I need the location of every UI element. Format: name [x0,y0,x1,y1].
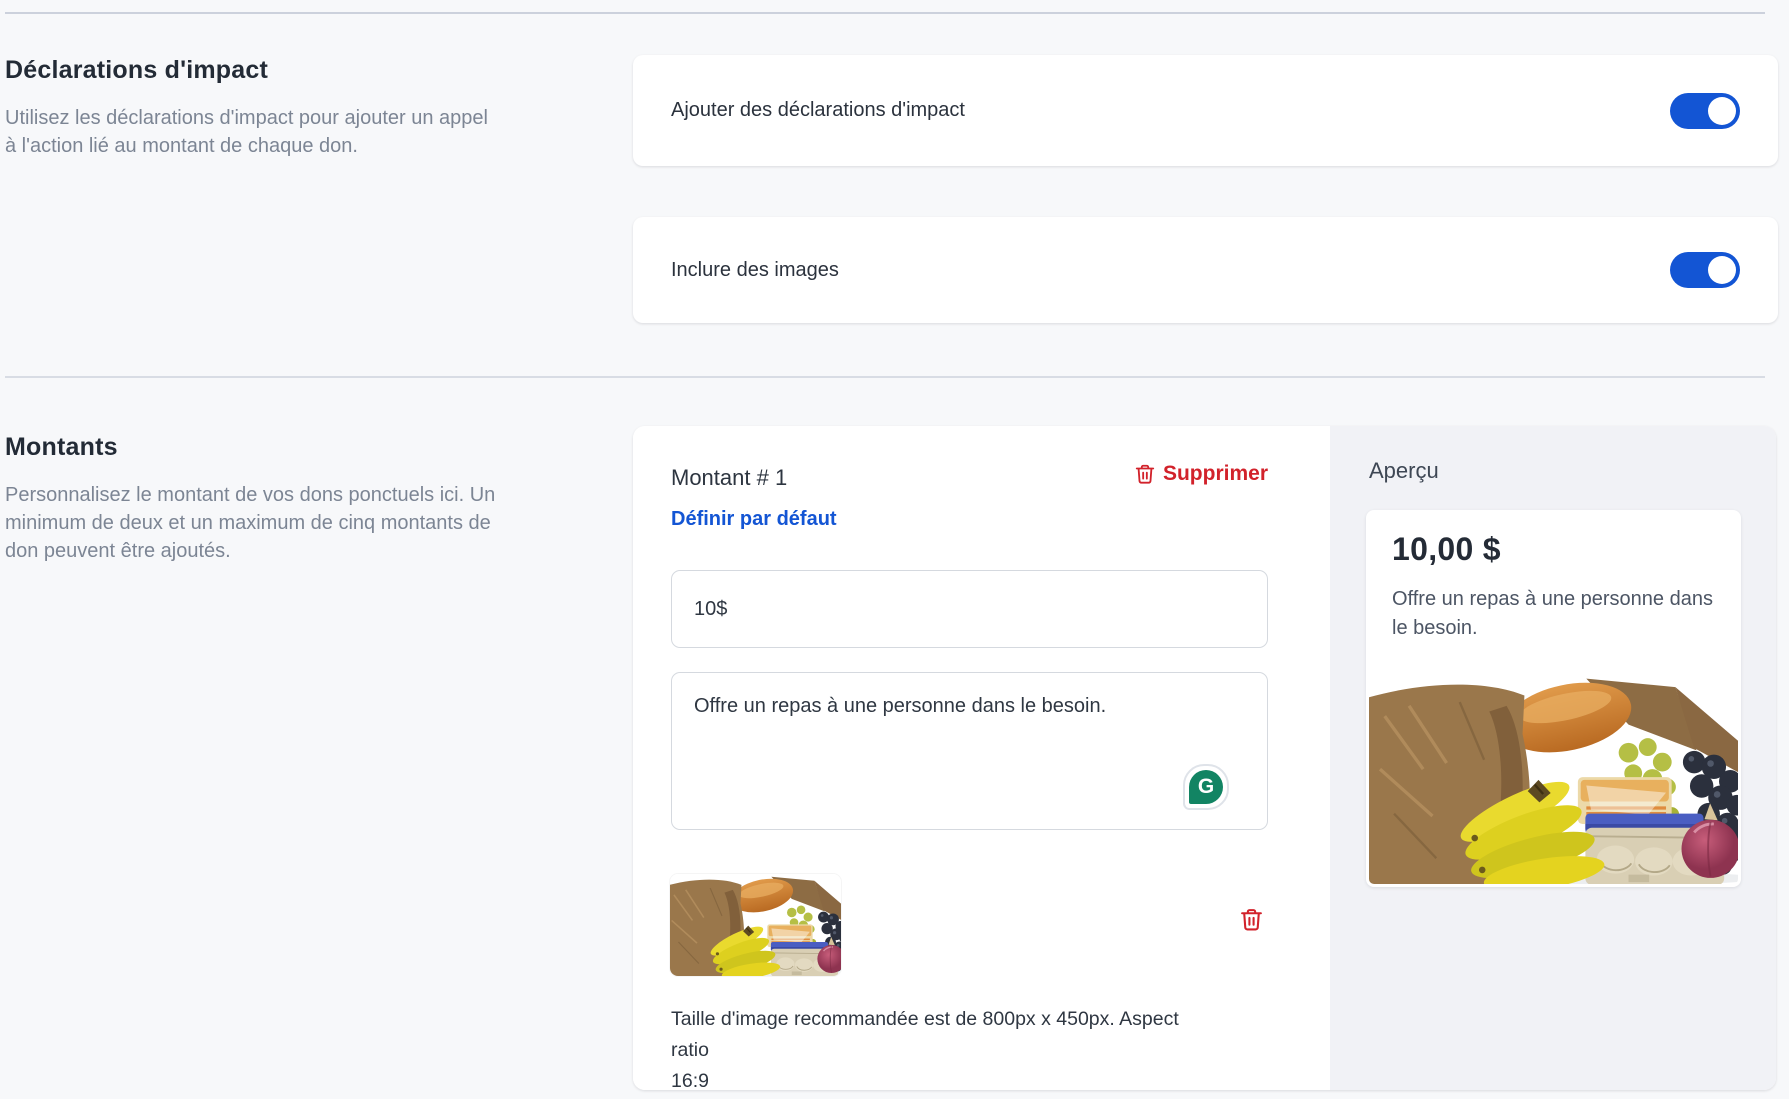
amount-card-1: Montant # 1 Supprimer Définir par défaut… [633,426,1330,1090]
impact-section-title: Déclarations d'impact [5,56,268,85]
amounts-description-line2: minimum de deux et un maximum de cinq mo… [5,509,495,537]
impact-toggle-label: Ajouter des déclarations d'impact [671,99,965,122]
include-images-toggle[interactable] [1670,252,1740,288]
impact-section-description: Utilisez les déclarations d'impact pour … [5,104,488,160]
include-images-toggle-card: Inclure des images [633,217,1778,323]
amounts-section-title: Montants [5,433,118,462]
image-size-hint-line1: Taille d'image recommandée est de 800px … [671,1004,1201,1066]
preview-panel: Aperçu 10,00 $ Offre un repas à une pers… [1330,426,1776,1090]
amounts-description-line3: don peuvent être ajoutés. [5,537,495,565]
grocery-bag-image [1369,673,1738,884]
preview-description-line2: le besoin. [1392,614,1722,643]
impact-statement-textarea[interactable]: Offre un repas à une personne dans le be… [671,672,1268,830]
preview-card: 10,00 $ Offre un repas à une personne da… [1366,510,1741,887]
amounts-section-description: Personnalisez le montant de vos dons pon… [5,481,495,565]
amount-card-title: Montant # 1 [671,465,787,491]
toggle-knob [1708,256,1736,284]
image-size-hint: Taille d'image recommandée est de 800px … [671,1004,1201,1090]
set-default-link[interactable]: Définir par défaut [671,508,837,531]
trash-icon [1239,907,1264,932]
impact-description-line1: Utilisez les déclarations d'impact pour … [5,104,488,132]
amount-value-input[interactable] [671,570,1268,648]
delete-amount-label: Supprimer [1163,462,1268,486]
toggle-knob [1708,97,1736,125]
preview-description-line1: Offre un repas à une personne dans [1392,585,1722,614]
image-size-hint-line2: 16:9 [671,1066,1201,1090]
include-images-toggle-label: Inclure des images [671,259,839,282]
grocery-bag-image [670,874,841,976]
impact-statements-toggle-card: Ajouter des déclarations d'impact [633,55,1778,166]
amount-editor-block: Montant # 1 Supprimer Définir par défaut… [633,426,1776,1090]
preview-description: Offre un repas à une personne dans le be… [1392,585,1722,643]
grammarly-icon[interactable]: G [1183,764,1229,810]
preview-amount: 10,00 $ [1392,531,1501,568]
section-divider-top [5,12,1765,14]
section-divider-amounts [5,376,1765,378]
donation-settings-page: Déclarations d'impact Utilisez les décla… [0,0,1789,1099]
grammarly-g-glyph: G [1189,770,1223,804]
amounts-description-line1: Personnalisez le montant de vos dons pon… [5,481,495,509]
trash-icon [1134,463,1156,485]
impact-description-line2: à l'action lié au montant de chaque don. [5,132,488,160]
preview-image [1369,673,1738,884]
amount-image-thumbnail[interactable] [670,874,841,976]
delete-image-button[interactable] [1239,907,1264,937]
impact-statements-toggle[interactable] [1670,93,1740,129]
preview-title: Aperçu [1369,458,1439,484]
delete-amount-button[interactable]: Supprimer [1134,462,1268,486]
